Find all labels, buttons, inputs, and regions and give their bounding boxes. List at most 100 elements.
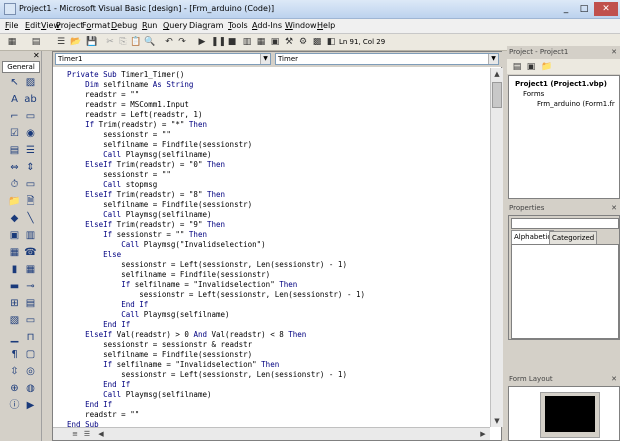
add-project-icon[interactable]: ▦ [6,36,18,48]
code-line[interactable]: Else [67,250,121,260]
code-line[interactable]: Dim selfilname As String [67,80,193,90]
project-tree-node[interactable]: Forms [523,90,544,98]
menu-item-diagram[interactable]: Diagram [189,21,223,30]
project-tree-node[interactable]: Project1 (Project1.vbp) [515,80,607,88]
code-line[interactable]: End Sub [67,420,99,427]
properties-panel-close-icon[interactable]: ✕ [611,202,617,215]
code-line[interactable]: ElseIf Trim(readstr) = "9" Then [67,220,225,230]
menu-item-project[interactable]: Project [56,21,83,30]
imagelist-tool-icon[interactable]: ▧ [8,314,21,327]
undo-icon[interactable]: ↶ [163,36,175,48]
menu-editor-icon[interactable]: ☰ [55,36,67,48]
menu-item-window[interactable]: Window [285,21,317,30]
code-line[interactable]: selfilname = Findfile(sessionstr) [67,350,252,360]
winsock-tool-icon[interactable]: ⊕ [8,382,21,395]
menu-item-debug[interactable]: Debug [111,21,137,30]
horizontal-scrollbar[interactable]: ≡ ☰ ◀ ▶ [53,427,490,440]
optionbutton-tool-icon[interactable]: ◉ [24,127,37,140]
code-line[interactable]: If sessionstr = "" Then [67,230,207,240]
scroll-thumb[interactable] [492,82,502,108]
statusbar-tool-icon[interactable]: ▁ [8,331,21,344]
toolbox-close-icon[interactable]: ✕ [33,51,40,60]
animation-tool-icon[interactable]: ◎ [24,365,37,378]
find-icon[interactable]: 🔍 [144,36,156,48]
code-line[interactable]: If Trim(readstr) = "*" Then [67,120,207,130]
scroll-left-icon[interactable]: ◀ [95,428,107,440]
listbox-tool-icon[interactable]: ☰ [24,144,37,157]
frame-tool-icon[interactable]: ⌐ [8,110,21,123]
code-line[interactable]: ElseIf Val(readstr) > 0 And Val(readstr)… [67,330,306,340]
open-project-icon[interactable]: 📂 [70,36,82,48]
scroll-right-icon[interactable]: ▶ [477,428,489,440]
drivelistbox-tool-icon[interactable]: ▭ [24,178,37,191]
menu-item-format[interactable]: Format [82,21,110,30]
code-line[interactable]: readstr = MSComm1.Input [67,100,189,110]
code-line[interactable]: readstr = "" [67,90,139,100]
paste-icon[interactable]: 📋 [130,36,142,48]
pointer-tool-icon[interactable]: ↖ [8,76,21,89]
code-line[interactable]: Call Playmsg(selfilname) [67,390,211,400]
scroll-up-icon[interactable]: ▲ [491,68,503,80]
tab-alphabetic[interactable]: Alphabetic [511,230,555,244]
treeview-tool-icon[interactable]: ⊞ [8,297,21,310]
code-line[interactable]: Call Playmsg(selfilname) [67,310,229,320]
slider-tool-icon[interactable]: ⊸ [24,280,37,293]
object-selector[interactable] [511,218,619,229]
save-project-icon[interactable]: 💾 [86,36,98,48]
view-object-icon[interactable]: ▣ [525,61,537,73]
code-line[interactable]: Call Playmsg(selfilname) [67,150,211,160]
project-panel-close-icon[interactable]: ✕ [611,46,617,59]
code-line[interactable]: Call Playmsg("Invalidselection") [67,240,266,250]
checkbox-tool-icon[interactable]: ☑ [8,127,21,140]
form-layout-close-icon[interactable]: ✕ [611,373,617,386]
code-line[interactable]: Call Playmsg(selfilname) [67,210,211,220]
menu-item-run[interactable]: Run [142,21,157,30]
tab-categorized[interactable]: Categorized [549,231,598,244]
vscrollbar-tool-icon[interactable]: ⇕ [24,161,37,174]
code-line[interactable]: ElseIf Trim(readstr) = "8" Then [67,190,225,200]
close-icon[interactable]: ✕ [594,2,618,16]
picturebox-tool-icon[interactable]: ▨ [24,76,37,89]
code-line[interactable]: Call stopmsg [67,180,157,190]
code-line[interactable]: If selfilname = "Invalidselection" Then [67,360,279,370]
procedure-combo[interactable]: Timer ▼ [275,53,499,65]
component-manager-icon[interactable]: ◧ [325,36,337,48]
view-code-icon[interactable]: ▤ [511,61,523,73]
shape-tool-icon[interactable]: ◆ [8,212,21,225]
menu-item-add-ins[interactable]: Add-Ins [252,21,282,30]
end-icon[interactable]: ■ [226,36,238,48]
properties-window-icon[interactable]: ▦ [255,36,267,48]
toolbox-tab-general[interactable]: General [2,61,40,73]
vertical-scrollbar[interactable]: ▲ ▼ [490,68,503,427]
menu-item-query[interactable]: Query [163,21,187,30]
code-line[interactable]: sessionstr = "" [67,130,171,140]
image-tool-icon[interactable]: ▣ [8,229,21,242]
code-line[interactable]: End If [67,320,130,330]
object-browser-icon[interactable]: ⚒ [283,36,295,48]
chevron-down-icon[interactable]: ▼ [260,54,270,64]
form-layout-icon[interactable]: ▣ [269,36,281,48]
cut-icon[interactable]: ✂ [104,36,116,48]
code-line[interactable]: selfilname = Findfile(sessionstr) [67,200,252,210]
richtext-tool-icon[interactable]: ¶ [8,348,21,361]
filelistbox-tool-icon[interactable]: 🗎 [24,195,37,208]
commondialog-tool-icon[interactable]: ▢ [24,348,37,361]
progressbar-tool-icon[interactable]: ▬ [8,280,21,293]
chart-tool-icon[interactable]: ▮ [8,263,21,276]
menu-item-tools[interactable]: Tools [228,21,248,30]
code-line[interactable]: sessionstr = Left(sessionstr, Len(sessio… [67,370,347,380]
inet-tool-icon[interactable]: ◍ [24,382,37,395]
menu-item-help[interactable]: Help [317,21,335,30]
code-line[interactable]: sessionstr = "" [67,170,171,180]
code-line[interactable]: sessionstr = Left(sessionstr, Len(sessio… [67,260,347,270]
updown-tool-icon[interactable]: ⇳ [8,365,21,378]
dirlistbox-tool-icon[interactable]: 📁 [8,195,21,208]
hscrollbar-tool-icon[interactable]: ⇔ [8,161,21,174]
chevron-down-icon[interactable]: ▼ [488,54,498,64]
menu-item-file[interactable]: File [5,21,18,30]
properties-grid[interactable] [511,244,619,339]
copy-icon[interactable]: ⎘ [117,36,129,48]
code-line[interactable]: ElseIf Trim(readstr) = "0" Then [67,160,225,170]
code-line[interactable]: End If [67,380,130,390]
mscomm-tool-icon[interactable]: ☎ [24,246,37,259]
